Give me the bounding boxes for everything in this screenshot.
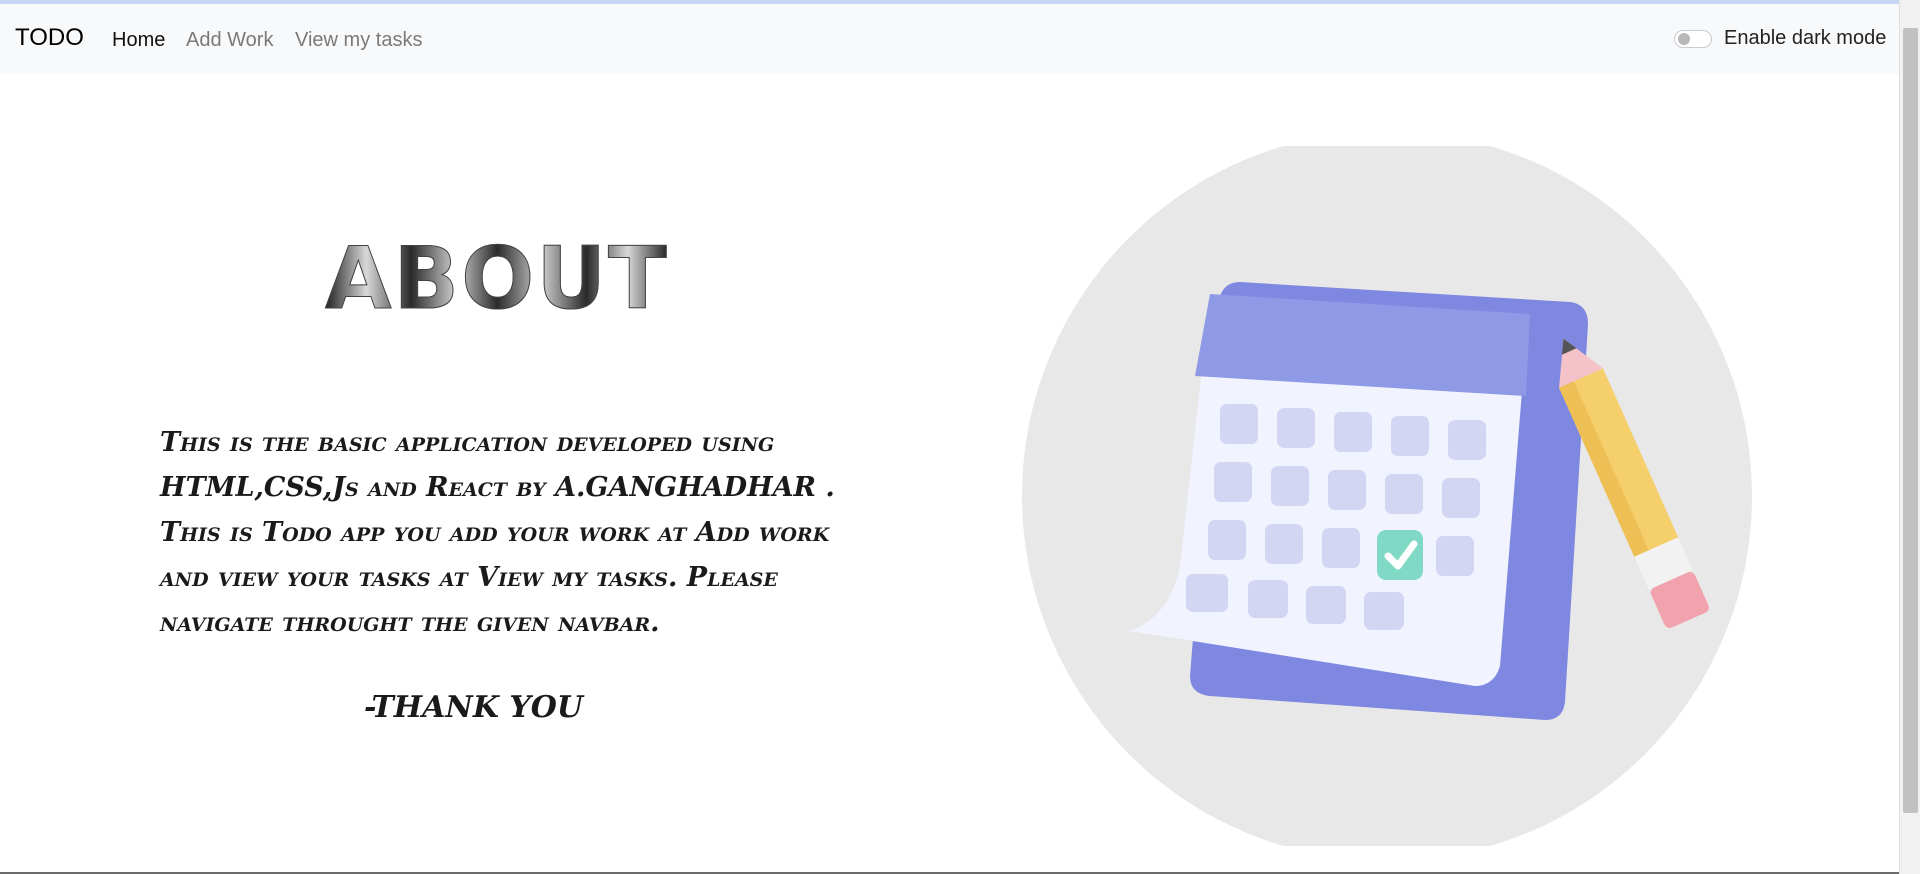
nav-link-add-work[interactable]: Add Work [186,29,273,52]
nav-link-view-my-tasks[interactable]: View my tasks [295,29,422,52]
navbar: TODO Home Add Work View my tasks Enable … [0,4,1899,74]
thank-you-text: -THANK YOU [364,690,584,725]
calendar-illustration [1022,146,1752,846]
nav-link-home[interactable]: Home [112,29,165,52]
checkmark-cell [1377,530,1423,580]
scrollbar-thumb[interactable] [1903,28,1918,813]
about-title: ABOUT [325,229,669,329]
dark-mode-toggle[interactable]: Enable dark mode [1674,27,1886,50]
brand-logo[interactable]: TODO [15,24,84,52]
dark-mode-switch[interactable] [1674,29,1712,48]
vertical-scrollbar[interactable] [1899,0,1920,874]
switch-knob [1678,32,1690,45]
about-paragraph: This is the basic application developed … [160,427,835,638]
dark-mode-label: Enable dark mode [1724,27,1887,49]
